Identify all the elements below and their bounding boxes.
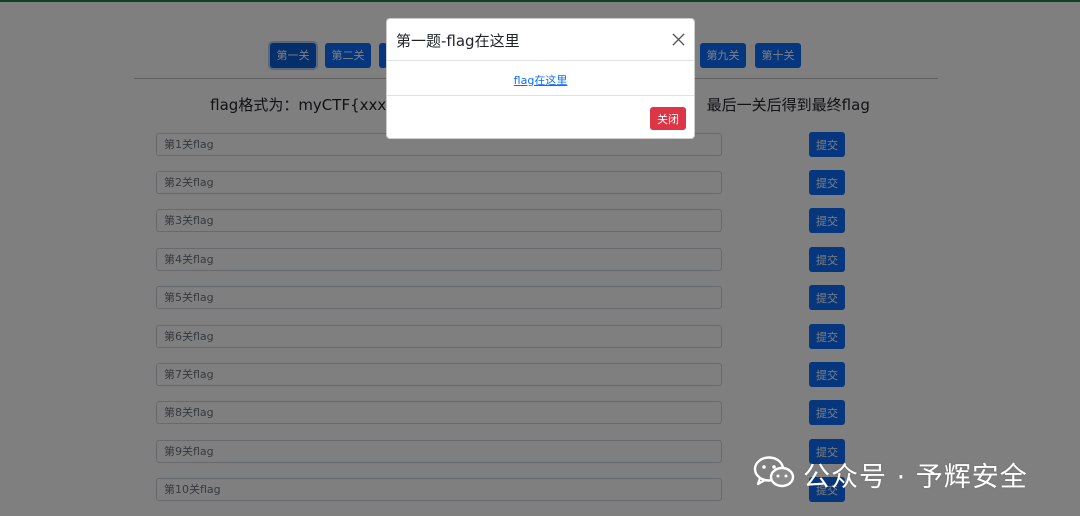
wechat-icon [753, 456, 795, 488]
close-icon[interactable] [671, 32, 686, 47]
watermark-text: 公众号 · 予辉安全 [803, 462, 1028, 493]
flag-link[interactable]: flag在这里 [514, 72, 568, 88]
watermark: 公众号 · 予辉安全 [753, 452, 1053, 493]
modal-header: 第一题-flag在这里 [387, 19, 694, 61]
flag-modal: 第一题-flag在这里 flag在这里 关闭 [386, 18, 695, 139]
modal-body: flag在这里 [387, 62, 694, 96]
modal-title: 第一题-flag在这里 [396, 32, 520, 50]
modal-close-button[interactable]: 关闭 [650, 107, 686, 130]
